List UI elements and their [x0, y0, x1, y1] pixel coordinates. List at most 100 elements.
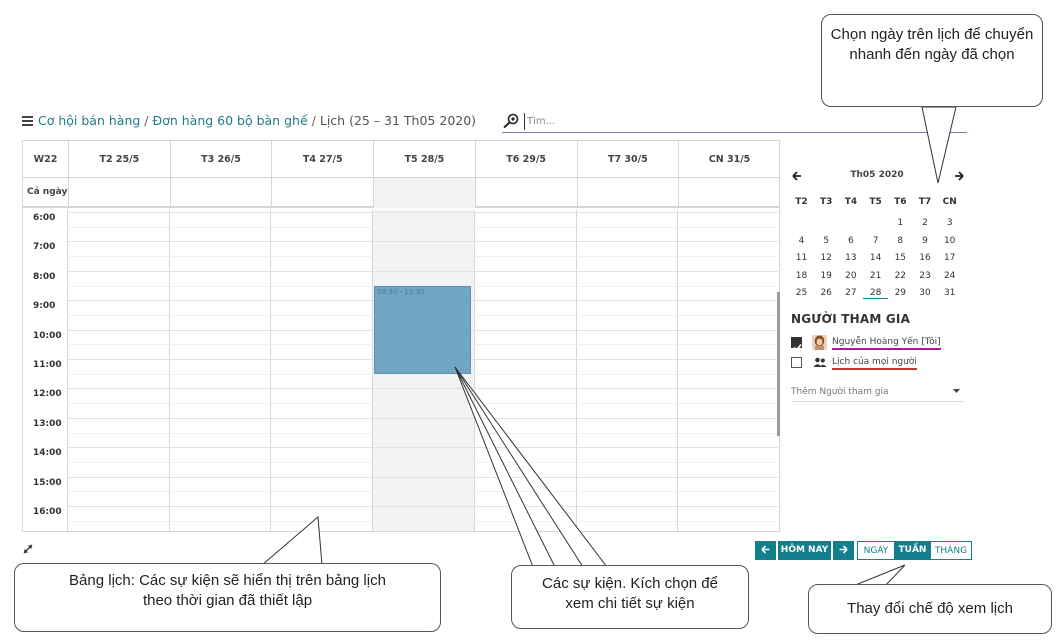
mini-day[interactable]: 27 — [838, 288, 863, 298]
all-day-cell[interactable] — [474, 178, 577, 208]
mini-day[interactable]: 25 — [789, 288, 814, 298]
mini-day[interactable]: 17 — [937, 253, 962, 263]
search-input[interactable] — [524, 113, 944, 130]
attendee-item-everyone[interactable]: Lịch của mọi người — [791, 355, 966, 371]
search-icon[interactable] — [502, 113, 520, 129]
half-hour-line — [67, 226, 778, 228]
mini-dow-label: T5 — [869, 197, 882, 207]
mini-day[interactable]: 20 — [838, 271, 863, 281]
mini-next-month-icon[interactable] — [953, 170, 965, 182]
users-icon — [813, 357, 827, 367]
time-grid[interactable]: 6:00 7:00 8:00 9:00 10:00 11:00 12:00 13:00 14:0… — [23, 210, 778, 531]
menu-icon[interactable] — [22, 116, 33, 126]
mini-day[interactable]: 21 — [863, 271, 888, 281]
all-day-cell[interactable] — [169, 178, 272, 208]
calendar-scrollbar[interactable] — [777, 292, 780, 436]
mini-day[interactable]: 31 — [937, 288, 962, 298]
today-button[interactable]: HÔM NAY — [778, 541, 831, 560]
arrow-left-icon — [761, 545, 770, 554]
mini-day[interactable]: 4 — [789, 236, 814, 246]
mini-day[interactable]: 7 — [863, 236, 888, 246]
mini-day[interactable]: 2 — [913, 218, 938, 228]
day-header-4[interactable]: T5 28/5 — [373, 141, 475, 178]
view-week-button[interactable]: TUẦN — [895, 541, 930, 560]
time-label: 7:00 — [33, 242, 56, 253]
hour-line — [67, 270, 778, 272]
mini-day[interactable]: 23 — [913, 271, 938, 281]
mini-day[interactable]: 14 — [863, 253, 888, 263]
breadcrumb-current: Lịch (25 – 31 Th05 2020) — [319, 113, 477, 128]
day-column[interactable] — [168, 210, 271, 531]
all-day-cell[interactable] — [68, 178, 170, 208]
mini-day[interactable]: 1 — [888, 218, 913, 228]
mini-day[interactable]: 3 — [937, 218, 962, 228]
mini-day[interactable]: 13 — [838, 253, 863, 263]
day-header-2[interactable]: T3 26/5 — [169, 141, 272, 178]
mini-day[interactable]: 22 — [888, 271, 913, 281]
arrow-right-icon — [839, 545, 848, 554]
breadcrumb: Cơ hội bán hàng / Đơn hàng 60 bộ bàn ghế / L… — [38, 113, 477, 128]
mini-day[interactable]: 8 — [888, 236, 913, 246]
caret-down-icon — [953, 389, 960, 393]
mini-dow-label: CN — [942, 197, 957, 207]
mini-dow-label: T3 — [819, 197, 833, 207]
mini-day[interactable]: 6 — [838, 236, 863, 246]
view-day-button[interactable]: NGÀY — [857, 541, 895, 560]
all-day-cell[interactable] — [576, 178, 679, 208]
prev-button[interactable] — [755, 541, 776, 560]
attendee-checkbox-everyone[interactable] — [791, 357, 802, 368]
mini-day[interactable]: 12 — [814, 253, 839, 263]
attendee-item-me[interactable]: Nguyễn Hoàng Yến [Tôi] — [791, 335, 966, 352]
mini-day[interactable]: 9 — [913, 236, 938, 246]
calendar-event[interactable]: 08:30 - 11:30 — [374, 285, 471, 374]
all-day-cell[interactable] — [678, 178, 779, 208]
add-attendee-select[interactable]: Thêm Người tham gia — [791, 385, 964, 402]
mini-day[interactable]: 28 — [863, 288, 889, 299]
hour-line — [67, 241, 778, 243]
mini-day[interactable]: 30 — [913, 288, 938, 298]
day-header-7[interactable]: CN 31/5 — [678, 141, 779, 178]
mini-dow-label: T4 — [844, 197, 858, 207]
day-column[interactable] — [677, 210, 778, 531]
all-day-label: Cả ngày — [27, 187, 68, 197]
mini-day[interactable]: 18 — [789, 271, 814, 281]
mini-day[interactable]: 26 — [814, 288, 839, 298]
all-day-cell[interactable] — [271, 178, 373, 208]
mini-day[interactable]: 10 — [937, 236, 962, 246]
time-column-divider — [67, 210, 68, 531]
view-month-button[interactable]: THÁNG — [930, 541, 972, 560]
attendee-name-everyone: Lịch của mọi người — [832, 357, 917, 370]
breadcrumb-item-order[interactable]: Đơn hàng 60 bộ bàn ghế — [153, 113, 308, 128]
day-column[interactable] — [67, 210, 169, 531]
add-attendee-label: Thêm Người tham gia — [791, 387, 889, 397]
day-column[interactable] — [575, 210, 678, 531]
search-bar — [502, 112, 967, 133]
mini-day[interactable]: 19 — [814, 271, 839, 281]
mini-day[interactable]: 29 — [888, 288, 913, 298]
hour-line — [67, 506, 778, 507]
day-column[interactable] — [270, 210, 372, 531]
event-time-label: 08:30 - 11:30 — [377, 287, 425, 296]
mini-dow-label: T2 — [795, 197, 808, 207]
all-day-cell[interactable] — [373, 178, 475, 208]
check-icon — [793, 343, 802, 352]
breadcrumb-item-opportunities[interactable]: Cơ hội bán hàng — [38, 113, 140, 128]
day-header-1[interactable]: T2 25/5 — [68, 141, 170, 178]
mini-day[interactable]: 15 — [888, 253, 913, 263]
day-header-6[interactable]: T7 30/5 — [576, 141, 679, 178]
expand-icon[interactable] — [22, 543, 34, 555]
mini-day[interactable]: 11 — [789, 253, 814, 263]
time-label: 6:00 — [33, 213, 56, 223]
mini-day[interactable]: 16 — [913, 253, 938, 263]
attendee-checkbox-me[interactable] — [791, 337, 802, 352]
hour-line — [67, 417, 778, 419]
time-label: 8:00 — [33, 271, 56, 282]
mini-calendar-title: Th05 2020 — [850, 170, 904, 180]
day-header-5[interactable]: T6 29/5 — [474, 141, 577, 178]
next-button[interactable] — [833, 541, 854, 560]
day-header-3[interactable]: T4 27/5 — [271, 141, 373, 178]
avatar — [812, 335, 827, 350]
day-column[interactable] — [473, 210, 576, 531]
mini-day[interactable]: 5 — [814, 236, 839, 246]
mini-day[interactable]: 24 — [937, 271, 962, 281]
